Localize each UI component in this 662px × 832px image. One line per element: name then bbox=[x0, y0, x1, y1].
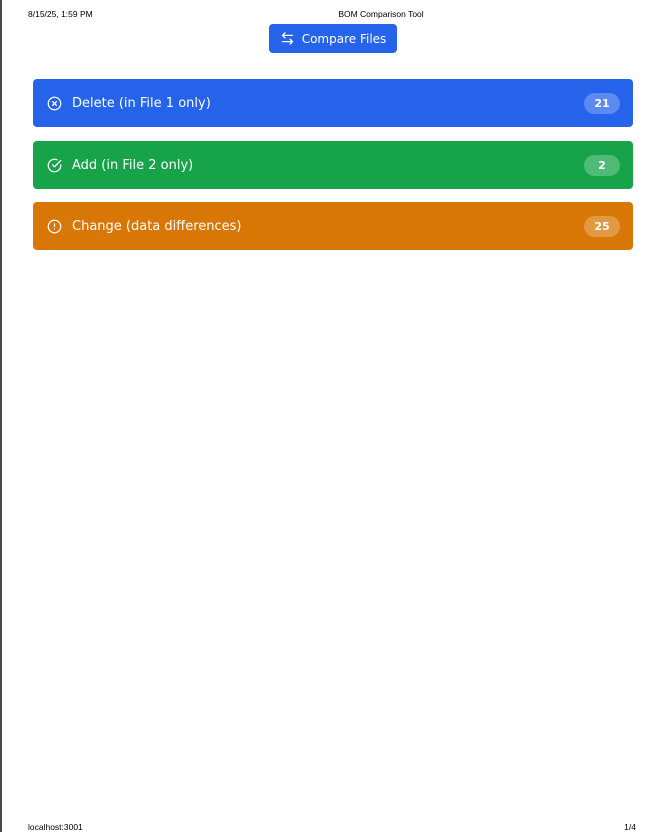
alert-circle-icon bbox=[47, 219, 62, 234]
x-circle-icon bbox=[47, 96, 62, 111]
check-circle-icon bbox=[47, 158, 62, 173]
compare-files-label: Compare Files bbox=[301, 31, 387, 46]
print-title: BOM Comparison Tool bbox=[338, 9, 424, 19]
print-url: localhost:3001 bbox=[28, 822, 83, 832]
print-page-number: 1/4 bbox=[624, 822, 636, 832]
section-delete[interactable]: Delete (in File 1 only) 21 bbox=[33, 79, 633, 127]
section-change[interactable]: Change (data differences) 25 bbox=[33, 202, 633, 250]
arrows-left-right-icon bbox=[280, 31, 295, 46]
section-change-count: 25 bbox=[584, 215, 620, 237]
section-delete-label: Delete (in File 1 only) bbox=[72, 95, 211, 111]
section-add-label: Add (in File 2 only) bbox=[72, 157, 194, 173]
section-add-count: 2 bbox=[584, 154, 620, 176]
section-delete-count: 21 bbox=[584, 92, 620, 114]
section-change-label: Change (data differences) bbox=[72, 218, 242, 234]
window-edge bbox=[0, 0, 2, 832]
compare-files-button[interactable]: Compare Files bbox=[269, 24, 397, 53]
section-add[interactable]: Add (in File 2 only) 2 bbox=[33, 141, 633, 189]
